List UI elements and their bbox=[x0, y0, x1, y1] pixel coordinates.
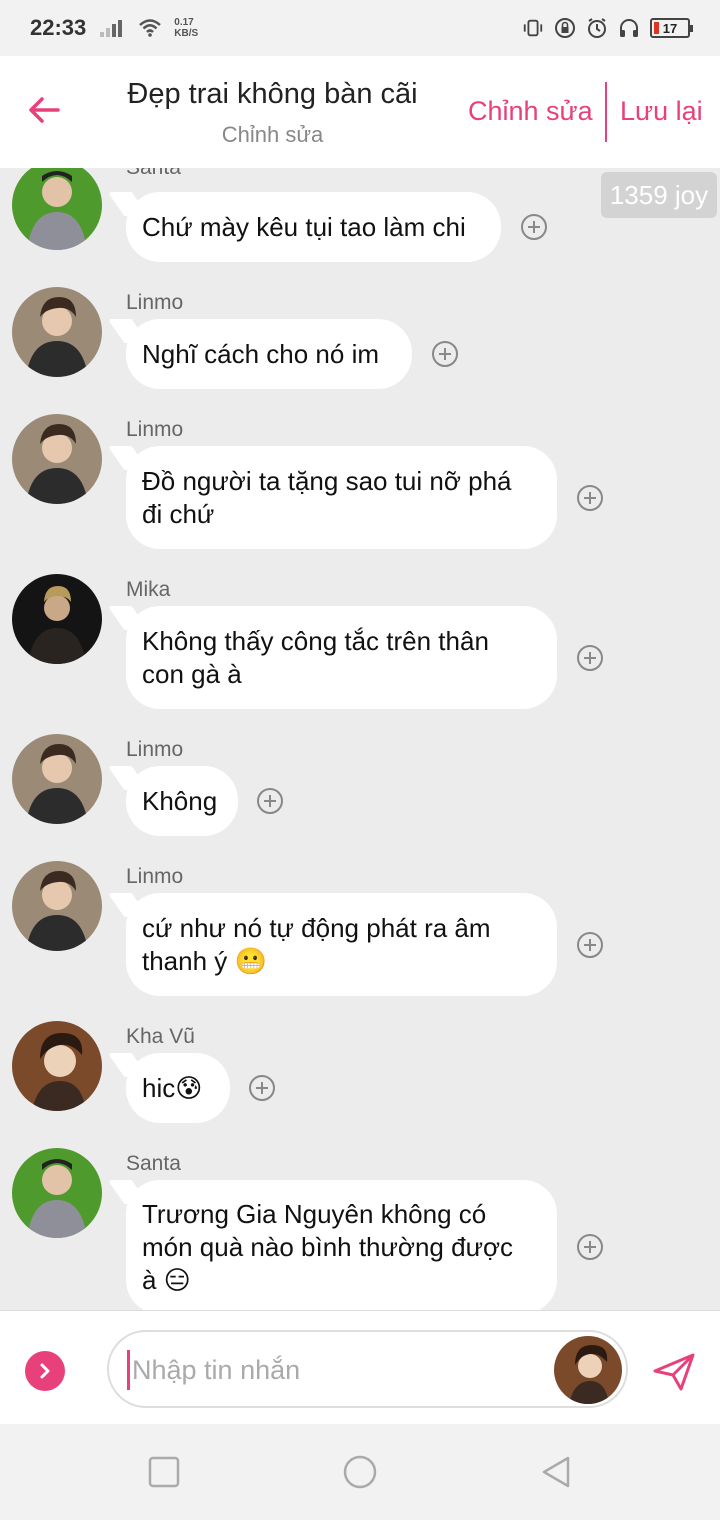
network-speed: 0.17 KB/S bbox=[174, 17, 198, 39]
home-icon[interactable] bbox=[342, 1454, 378, 1490]
network-speed-value: 0.17 bbox=[174, 17, 194, 28]
message-text: cứ như nó tự động phát ra âm bbox=[142, 912, 491, 943]
message-item: Linmo Nghĩ cách cho nó im bbox=[0, 287, 720, 397]
message-input[interactable] bbox=[127, 1350, 547, 1390]
status-bar: 22:33 0.17 KB/S 17 bbox=[0, 0, 720, 56]
message-text: Không bbox=[142, 785, 218, 816]
network-speed-unit: KB/S bbox=[174, 28, 199, 39]
avatar[interactable] bbox=[12, 414, 102, 504]
message-text: món quà nào bình thường được bbox=[142, 1231, 514, 1262]
joy-badge: 1359 joy bbox=[601, 172, 717, 218]
add-reaction-button[interactable] bbox=[432, 341, 458, 367]
message-text: thanh ý 😬 bbox=[142, 945, 267, 976]
recent-apps-icon[interactable] bbox=[146, 1454, 182, 1490]
add-reaction-button[interactable] bbox=[577, 645, 603, 671]
message-text: đi chứ bbox=[142, 498, 215, 529]
message-bubble[interactable]: hic😰 bbox=[126, 1053, 230, 1123]
message-text: à 😑 bbox=[142, 1264, 191, 1295]
message-item: Santa Trương Gia Nguyên không có món quà… bbox=[0, 1148, 720, 1310]
send-icon[interactable] bbox=[651, 1349, 697, 1395]
add-reaction-button[interactable] bbox=[249, 1075, 275, 1101]
chat-header: Đẹp trai không bàn cãi Chỉnh sửa Chỉnh s… bbox=[0, 56, 720, 168]
avatar[interactable] bbox=[12, 734, 102, 824]
headphones-icon bbox=[618, 17, 640, 39]
sender-name: Mika bbox=[126, 578, 171, 601]
add-reaction-button[interactable] bbox=[577, 932, 603, 958]
back-arrow-icon[interactable] bbox=[24, 90, 64, 130]
message-item: Kha Vũ hic😰 bbox=[0, 1021, 720, 1131]
message-text: Đồ người ta tặng sao tui nỡ phá bbox=[142, 465, 512, 496]
message-text: Không thấy công tắc trên thân bbox=[142, 625, 489, 656]
chevron-right-icon bbox=[40, 1363, 50, 1379]
add-reaction-button[interactable] bbox=[577, 485, 603, 511]
message-input-container bbox=[107, 1330, 628, 1408]
message-text: hic😰 bbox=[142, 1072, 203, 1103]
message-text: Trương Gia Nguyên không có bbox=[142, 1198, 487, 1229]
status-right: 17 bbox=[522, 17, 693, 39]
avatar[interactable] bbox=[12, 1148, 102, 1238]
avatar[interactable] bbox=[12, 168, 102, 250]
header-divider bbox=[605, 82, 607, 142]
message-text: Nghĩ cách cho nó im bbox=[142, 338, 380, 369]
sender-name: Linmo bbox=[126, 865, 184, 888]
message-bubble[interactable]: Chứ mày kêu tụi tao làm chi bbox=[126, 192, 501, 262]
message-input-bar bbox=[0, 1310, 720, 1424]
battery-icon: 17 bbox=[650, 18, 693, 38]
add-reaction-button[interactable] bbox=[257, 788, 283, 814]
chat-title: Đẹp trai không bàn cãi bbox=[127, 78, 418, 110]
avatar[interactable] bbox=[12, 574, 102, 664]
back-icon[interactable] bbox=[538, 1454, 574, 1490]
navigation-bar bbox=[0, 1424, 720, 1520]
battery-level: 17 bbox=[662, 20, 678, 36]
vibrate-icon bbox=[522, 17, 544, 39]
message-bubble[interactable]: Đồ người ta tặng sao tui nỡ phá đi chứ bbox=[126, 446, 557, 549]
lock-rotation-icon bbox=[554, 17, 576, 39]
message-item: Linmo cứ như nó tự động phát ra âm thanh… bbox=[0, 861, 720, 1001]
avatar[interactable] bbox=[12, 1021, 102, 1111]
status-left: 22:33 0.17 KB/S bbox=[30, 15, 198, 41]
sender-name: Linmo bbox=[126, 418, 184, 441]
character-avatar-button[interactable] bbox=[554, 1336, 622, 1404]
chat-subtitle: Chỉnh sửa bbox=[221, 122, 324, 147]
sender-name: Kha Vũ bbox=[126, 1025, 195, 1048]
expand-button[interactable] bbox=[25, 1351, 65, 1391]
message-item: Linmo Không bbox=[0, 734, 720, 844]
message-item: Linmo Đồ người ta tặng sao tui nỡ phá đi… bbox=[0, 414, 720, 554]
edit-button[interactable]: Chỉnh sửa bbox=[468, 96, 593, 127]
sender-name: Linmo bbox=[126, 291, 184, 314]
chat-area[interactable]: Santa Chứ mày kêu tụi tao làm chi 1359 j… bbox=[0, 168, 720, 1310]
sender-name: Santa bbox=[126, 168, 181, 180]
message-bubble[interactable]: Không bbox=[126, 766, 238, 836]
status-time: 22:33 bbox=[30, 15, 87, 40]
signal-icon bbox=[100, 19, 123, 37]
avatar[interactable] bbox=[12, 861, 102, 951]
message-item: Mika Không thấy công tắc trên thân con g… bbox=[0, 574, 720, 714]
save-button[interactable]: Lưu lại bbox=[620, 96, 703, 127]
alarm-icon bbox=[586, 17, 608, 39]
sender-name: Linmo bbox=[126, 738, 184, 761]
wifi-icon bbox=[139, 19, 162, 37]
add-reaction-button[interactable] bbox=[577, 1234, 603, 1260]
sender-name: Santa bbox=[126, 1152, 181, 1175]
avatar[interactable] bbox=[12, 287, 102, 377]
message-text: Chứ mày kêu tụi tao làm chi bbox=[142, 211, 466, 242]
add-reaction-button[interactable] bbox=[521, 214, 547, 240]
message-text: con gà à bbox=[142, 658, 242, 689]
message-bubble[interactable]: Trương Gia Nguyên không có món quà nào b… bbox=[126, 1180, 557, 1310]
message-bubble[interactable]: Nghĩ cách cho nó im bbox=[126, 319, 412, 389]
message-bubble[interactable]: Không thấy công tắc trên thân con gà à bbox=[126, 606, 557, 709]
message-bubble[interactable]: cứ như nó tự động phát ra âm thanh ý 😬 bbox=[126, 893, 557, 996]
